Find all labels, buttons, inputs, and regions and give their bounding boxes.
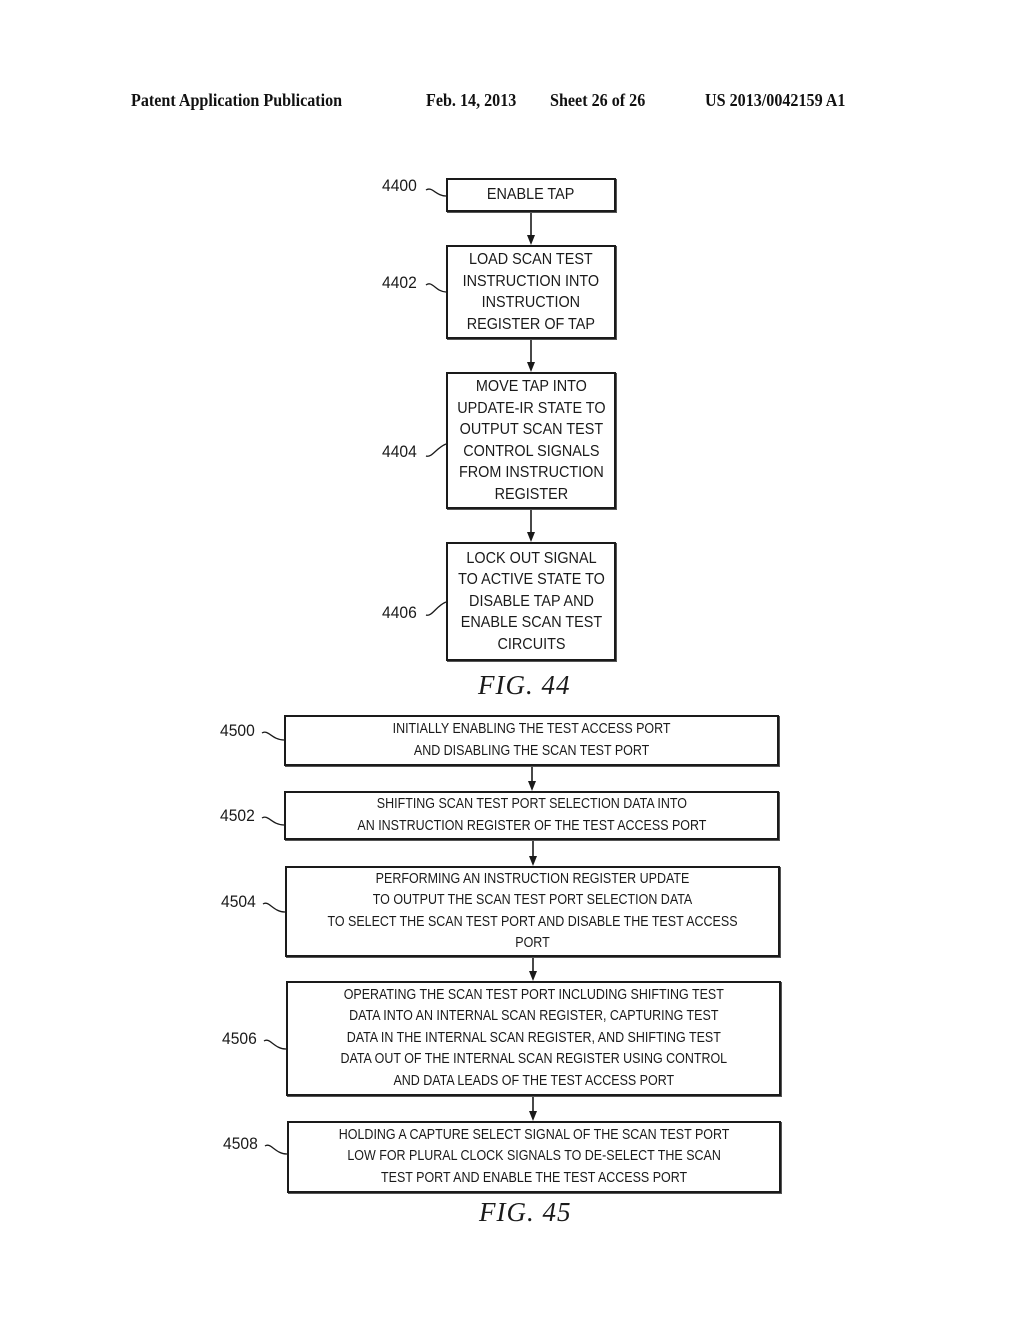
leader-line-4506 xyxy=(263,1039,287,1050)
step-text: MOVE TAP INTO UPDATE-IR STATE TO OUTPUT … xyxy=(456,378,606,503)
flow-step-operating-scan: OPERATING THE SCAN TEST PORT INCLUDING S… xyxy=(286,981,781,1096)
arrowhead-icon xyxy=(529,856,537,866)
step-text: ENABLE TAP xyxy=(487,186,575,204)
step-text: OPERATING THE SCAN TEST PORT INCLUDING S… xyxy=(340,986,727,1089)
flow-step-load-instruction: LOAD SCAN TEST INSTRUCTION INTO INSTRUCT… xyxy=(446,245,616,339)
flow-step-update-ir: MOVE TAP INTO UPDATE-IR STATE TO OUTPUT … xyxy=(446,372,616,509)
leader-line-4504 xyxy=(262,902,286,913)
flow-step-lock-out: LOCK OUT SIGNAL TO ACTIVE STATE TO DISAB… xyxy=(446,542,616,661)
step-ref-4504: 4504 xyxy=(221,892,256,911)
arrowhead-icon xyxy=(529,1111,537,1121)
arrowhead-icon xyxy=(528,781,536,791)
step-text: INITIALLY ENABLING THE TEST ACCESS PORT … xyxy=(392,721,671,759)
arrowhead-icon xyxy=(527,532,535,542)
leader-line-4508 xyxy=(264,1144,288,1155)
figure-caption-44: FIG. 44 xyxy=(478,670,571,700)
step-ref-4500: 4500 xyxy=(220,721,255,740)
flow-step-initially-enabling: INITIALLY ENABLING THE TEST ACCESS PORT … xyxy=(284,715,779,766)
step-ref-4406: 4406 xyxy=(382,603,417,622)
step-ref-4508: 4508 xyxy=(223,1134,258,1153)
step-text: LOAD SCAN TEST INSTRUCTION INTO INSTRUCT… xyxy=(462,251,600,333)
step-text: SHIFTING SCAN TEST PORT SELECTION DATA I… xyxy=(356,796,706,834)
flow-step-holding-capture: HOLDING A CAPTURE SELECT SIGNAL OF THE S… xyxy=(287,1121,781,1193)
arrowhead-icon xyxy=(529,971,537,981)
step-text: PERFORMING AN INSTRUCTION REGISTER UPDAT… xyxy=(327,870,738,952)
flow-step-shifting-selection: SHIFTING SCAN TEST PORT SELECTION DATA I… xyxy=(284,791,779,840)
step-ref-4402: 4402 xyxy=(382,273,417,292)
step-ref-4502: 4502 xyxy=(220,806,255,825)
step-ref-4400: 4400 xyxy=(382,176,417,195)
leader-line-4400 xyxy=(425,188,447,197)
flow-step-ir-update: PERFORMING AN INSTRUCTION REGISTER UPDAT… xyxy=(285,866,780,957)
step-ref-4506: 4506 xyxy=(222,1029,257,1048)
flow-step-enable-tap: ENABLE TAP xyxy=(446,178,616,212)
step-text: HOLDING A CAPTURE SELECT SIGNAL OF THE S… xyxy=(338,1126,730,1186)
leader-line-4502 xyxy=(261,816,285,826)
step-text: LOCK OUT SIGNAL TO ACTIVE STATE TO DISAB… xyxy=(457,549,605,653)
step-ref-4404: 4404 xyxy=(382,442,417,461)
leader-line-4404 xyxy=(425,443,447,457)
leader-line-4406 xyxy=(425,601,447,616)
leader-line-4500 xyxy=(261,731,285,741)
leader-line-4402 xyxy=(425,283,447,293)
arrowhead-icon xyxy=(527,362,535,372)
arrowhead-icon xyxy=(527,235,535,245)
figure-caption-45: FIG. 45 xyxy=(479,1197,572,1227)
